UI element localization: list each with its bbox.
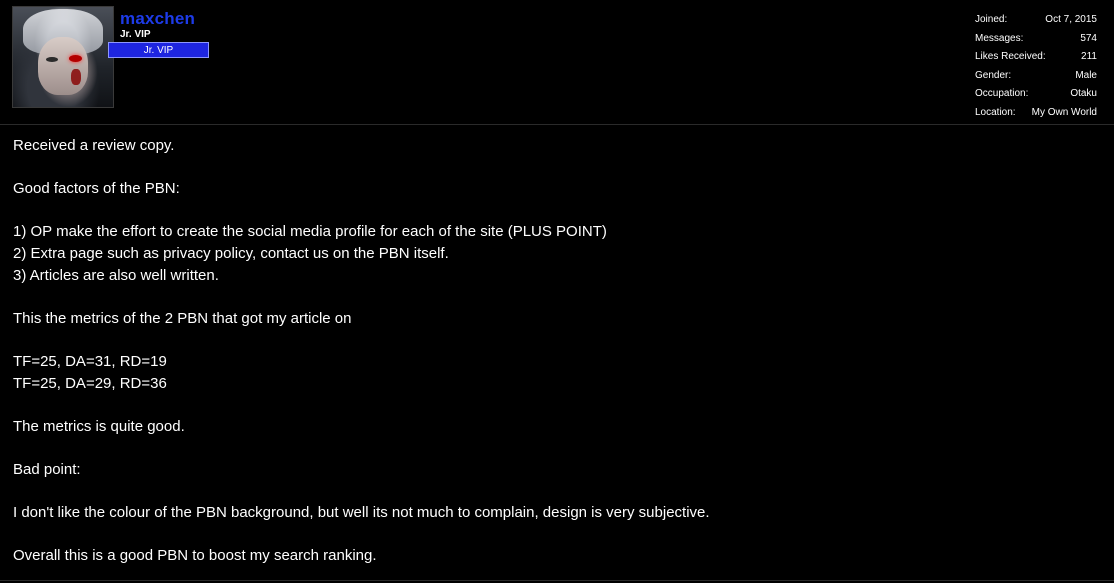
stat-value: Oct 7, 2015: [1045, 14, 1097, 25]
stat-joined: Joined: Oct 7, 2015: [975, 11, 1097, 30]
role-banner: Jr. VIP: [108, 42, 209, 58]
post-line: TF=25, DA=29, RD=36: [13, 374, 167, 392]
forum-post: maxchen Jr. VIP Jr. VIP Joined: Oct 7, 2…: [0, 0, 1114, 583]
username-link[interactable]: maxchen: [120, 9, 195, 29]
user-avatar[interactable]: [12, 6, 114, 108]
user-stats: Joined: Oct 7, 2015 Messages: 574 Likes …: [975, 11, 1097, 123]
stat-value: Male: [1075, 69, 1097, 81]
post-bottom-divider: [0, 580, 1114, 581]
avatar-right-eye: [69, 55, 82, 62]
user-title: Jr. VIP: [120, 29, 151, 40]
stat-likes-received: Likes Received: 211: [975, 48, 1097, 67]
stat-label: Joined:: [975, 14, 1008, 25]
post-line: Received a review copy.: [13, 137, 175, 154]
stat-label: Gender:: [975, 69, 1012, 81]
stat-gender: Gender: Male: [975, 67, 1097, 86]
post-line: Good factors of the PBN:: [13, 180, 180, 198]
stat-label: Messages:: [975, 32, 1024, 44]
post-line: 3) Articles are also well written.: [13, 266, 219, 284]
post-line: 1) OP make the effort to create the soci…: [13, 223, 607, 241]
post-line: Bad point:: [13, 460, 81, 478]
stat-value: My Own World: [1031, 106, 1097, 118]
post-line: 2) Extra page such as privacy policy, co…: [13, 244, 449, 262]
stat-messages: Messages: 574: [975, 30, 1097, 49]
post-line: This the metrics of the 2 PBN that got m…: [13, 309, 352, 327]
stat-occupation: Occupation: Otaku: [975, 85, 1097, 104]
stat-value: Otaku: [1070, 88, 1097, 100]
post-line: TF=25, DA=31, RD=19: [13, 352, 167, 370]
stat-label: Occupation:: [975, 88, 1029, 100]
post-line: The metrics is quite good.: [13, 417, 185, 435]
stat-location: Location: My Own World: [975, 104, 1097, 123]
post-header: maxchen Jr. VIP Jr. VIP Joined: Oct 7, 2…: [0, 0, 1114, 125]
post-line: I don't like the colour of the PBN backg…: [13, 504, 710, 522]
post-line: Overall this is a good PBN to boost my s…: [13, 547, 377, 565]
avatar-face-shape: [38, 37, 88, 95]
stat-label: Location:: [975, 106, 1016, 118]
stat-value: 211: [1081, 51, 1097, 63]
stat-value[interactable]: 574: [1080, 30, 1097, 49]
stat-label: Likes Received:: [975, 51, 1046, 63]
avatar-blood-mark: [71, 69, 81, 85]
post-message-body: Received a review copy. Good factors of …: [13, 135, 1093, 567]
avatar-left-eye: [46, 57, 58, 62]
